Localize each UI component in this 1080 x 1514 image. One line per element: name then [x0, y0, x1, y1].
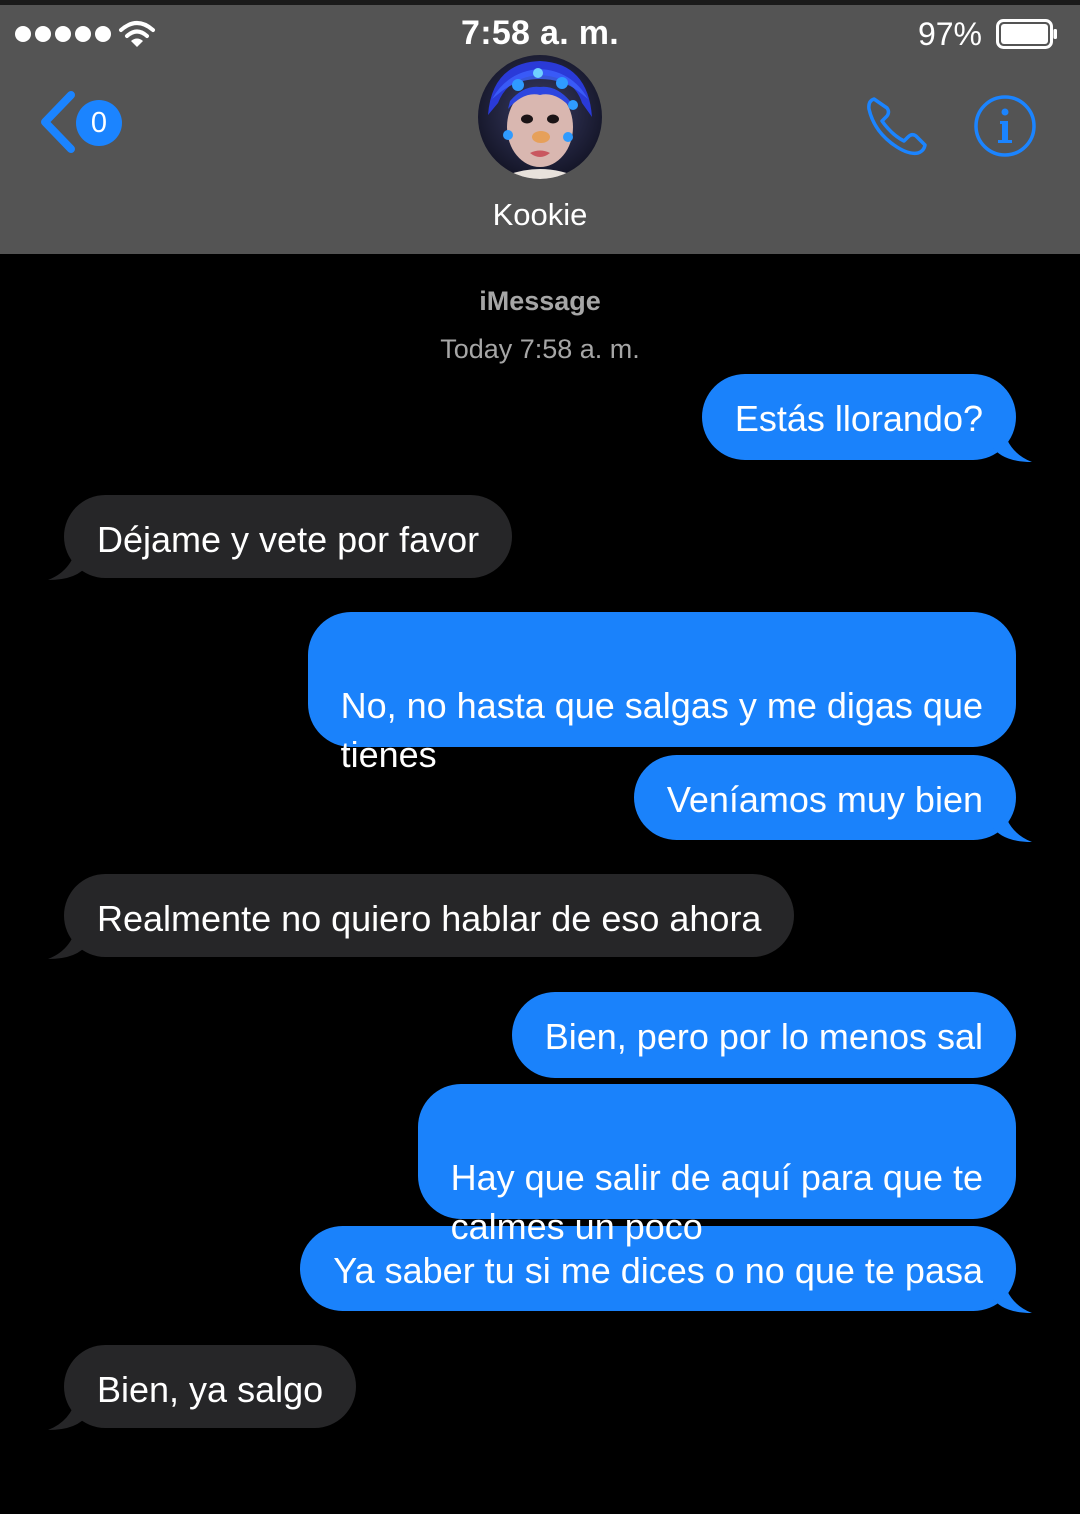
avatar-photo: [478, 55, 602, 179]
bubble-tail: [48, 540, 88, 580]
message-text: Realmente no quiero hablar de eso ahora: [97, 898, 762, 939]
messages-screen: 7:58 a. m. 97% 0 Kookie iMessage Today 7…: [0, 0, 1080, 1514]
status-bar: 7:58 a. m. 97%: [0, 5, 1080, 61]
unread-count-badge[interactable]: 0: [76, 100, 122, 146]
message-text: Bien, ya salgo: [97, 1369, 324, 1410]
message-bubble-sent[interactable]: No, no hasta que salgas y me digas que t…: [307, 612, 1016, 775]
contact-avatar[interactable]: [478, 55, 602, 179]
info-icon[interactable]: [973, 94, 1037, 158]
conversation-header: 7:58 a. m. 97% 0 Kookie: [0, 0, 1080, 254]
bubble-tail: [48, 1390, 88, 1430]
message-bubble-received[interactable]: Realmente no quiero hablar de eso ahora: [48, 874, 795, 959]
message-bubble-received[interactable]: Déjame y vete por favor: [48, 495, 513, 580]
contact-name[interactable]: Kookie: [0, 197, 1080, 233]
conversation-timestamp: Today 7:58 a. m.: [440, 334, 640, 364]
back-chevron-icon: [41, 91, 75, 153]
message-bubble-sent[interactable]: Bien, pero por lo menos sal: [511, 992, 1016, 1078]
phone-icon[interactable]: [864, 93, 930, 159]
bubble-tail: [992, 1273, 1032, 1313]
message-text: Déjame y vete por favor: [97, 519, 480, 560]
message-bubble-sent[interactable]: Hay que salir de aquí para que te calmes…: [417, 1084, 1016, 1247]
battery-percentage: 97%: [917, 16, 982, 52]
message-text: Bien, pero por lo menos sal: [544, 1016, 983, 1057]
bubble-tail: [992, 802, 1032, 842]
bubble-tail: [992, 422, 1032, 462]
service-label: iMessage: [479, 286, 601, 316]
battery-icon: [996, 19, 1057, 49]
message-bubble-sent[interactable]: Veníamos muy bien: [633, 755, 1032, 842]
bubble-tail: [48, 919, 88, 959]
message-text: Ya saber tu si me dices o no que te pasa: [333, 1250, 983, 1291]
message-text: Veníamos muy bien: [666, 779, 983, 820]
message-bubble-received[interactable]: Bien, ya salgo: [48, 1345, 357, 1430]
message-text: Estás llorando?: [734, 398, 983, 439]
message-bubble-sent[interactable]: Estás llorando?: [701, 374, 1032, 462]
